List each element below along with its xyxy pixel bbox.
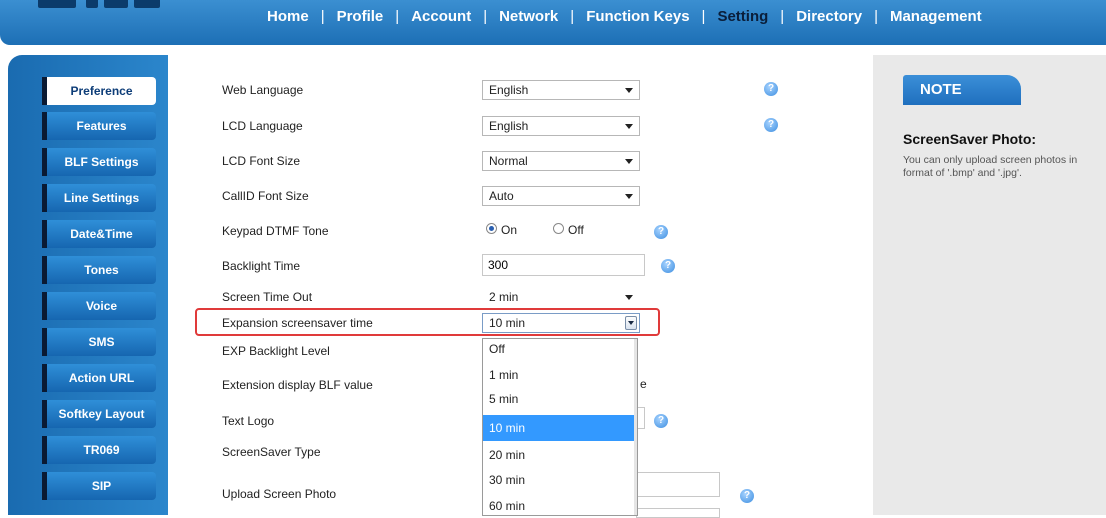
web-language-select[interactable]: English	[482, 80, 640, 100]
nav-network[interactable]: Network	[487, 8, 570, 25]
lcd-font-size-label: LCD Font Size	[222, 154, 301, 168]
backlight-time-label: Backlight Time	[222, 259, 301, 273]
expansion-screensaver-time-options: Off 1 min 5 min 10 min 20 min 30 min 60 …	[482, 338, 638, 516]
nav-setting[interactable]: Setting	[705, 8, 780, 25]
help-icon[interactable]: ?	[764, 118, 778, 132]
nav-profile[interactable]: Profile	[325, 8, 396, 25]
main-nav: Home | Profile | Account | Network | Fun…	[255, 0, 994, 32]
screen-time-out-label: Screen Time Out	[222, 290, 313, 304]
note-title: NOTE	[920, 81, 962, 98]
sidebar-item-sip[interactable]: SIP	[42, 472, 156, 500]
nav-function-keys[interactable]: Function Keys	[574, 8, 701, 25]
callid-font-size-label: CallID Font Size	[222, 189, 309, 203]
exp-backlight-level-label: EXP Backlight Level	[222, 344, 330, 358]
help-icon[interactable]: ?	[740, 489, 754, 503]
help-icon[interactable]: ?	[654, 225, 668, 239]
option-30-min[interactable]: 30 min	[483, 467, 637, 493]
top-navigation-bar: Home | Profile | Account | Network | Fun…	[0, 0, 1106, 45]
option-10-min[interactable]: 10 min	[483, 415, 637, 441]
sidebar-item-sms[interactable]: SMS	[42, 328, 156, 356]
blf-value-partial-text: e	[640, 377, 647, 391]
lcd-language-label: LCD Language	[222, 119, 303, 133]
upload-screen-photo-label: Upload Screen Photo	[222, 487, 337, 501]
sidebar-item-blf-settings[interactable]: BLF Settings	[42, 148, 156, 176]
text-logo-label: Text Logo	[222, 414, 275, 428]
dtmf-off-label: Off	[568, 223, 584, 237]
keypad-dtmf-tone-label: Keypad DTMF Tone	[222, 224, 329, 238]
sidebar-item-tones[interactable]: Tones	[42, 256, 156, 284]
chevron-down-icon	[625, 295, 633, 300]
sidebar-item-tr069[interactable]: TR069	[42, 436, 156, 464]
dtmf-on-label: On	[501, 223, 518, 237]
sidebar-item-voice[interactable]: Voice	[42, 292, 156, 320]
expansion-screensaver-time-label: Expansion screensaver time	[222, 316, 373, 330]
option-20-min[interactable]: 20 min	[483, 443, 637, 469]
logo	[38, 0, 198, 8]
upload-browse-button[interactable]	[636, 508, 720, 518]
dropdown-scrollbar[interactable]	[634, 339, 637, 515]
option-1-min[interactable]: 1 min	[483, 365, 637, 391]
nav-home[interactable]: Home	[255, 8, 321, 25]
lcd-font-size-select[interactable]: Normal	[482, 151, 640, 171]
help-icon[interactable]: ?	[661, 259, 675, 273]
nav-directory[interactable]: Directory	[784, 8, 874, 25]
help-icon[interactable]: ?	[764, 82, 778, 96]
sidebar-item-features[interactable]: Features	[42, 112, 156, 140]
nav-management[interactable]: Management	[878, 8, 994, 25]
backlight-time-input[interactable]	[482, 254, 645, 276]
chevron-down-icon	[625, 88, 633, 93]
expansion-screensaver-time-select[interactable]: 10 min	[482, 313, 640, 333]
sidebar-item-action-url[interactable]: Action URL	[42, 364, 156, 392]
sidebar-item-preference[interactable]: Preference	[42, 77, 156, 105]
extension-display-blf-value-label: Extension display BLF value	[222, 378, 373, 392]
option-5-min[interactable]: 5 min	[483, 389, 637, 415]
chevron-down-icon	[625, 124, 633, 129]
dropdown-toggle-button[interactable]	[625, 316, 637, 330]
chevron-down-icon	[628, 321, 634, 325]
sidebar-item-line-settings[interactable]: Line Settings	[42, 184, 156, 212]
chevron-down-icon	[625, 159, 633, 164]
callid-font-size-select[interactable]: Auto	[482, 186, 640, 206]
option-off[interactable]: Off	[483, 339, 637, 365]
screensaver-type-label: ScreenSaver Type	[222, 445, 321, 459]
help-icon[interactable]: ?	[654, 414, 668, 428]
nav-account[interactable]: Account	[399, 8, 483, 25]
dtmf-on-radio[interactable]	[486, 223, 497, 234]
sidebar-item-date-time[interactable]: Date&Time	[42, 220, 156, 248]
note-heading: ScreenSaver Photo:	[903, 131, 1037, 147]
lcd-language-select[interactable]: English	[482, 116, 640, 136]
screen-time-out-select[interactable]: 2 min	[482, 287, 640, 307]
chevron-down-icon	[625, 194, 633, 199]
sidebar-item-softkey-layout[interactable]: Softkey Layout	[42, 400, 156, 428]
note-body: You can only upload screen photos in for…	[903, 154, 1078, 179]
upload-photo-path-input[interactable]	[636, 472, 720, 497]
note-panel	[873, 55, 1106, 515]
web-language-label: Web Language	[222, 83, 304, 97]
dtmf-off-radio[interactable]	[553, 223, 564, 234]
